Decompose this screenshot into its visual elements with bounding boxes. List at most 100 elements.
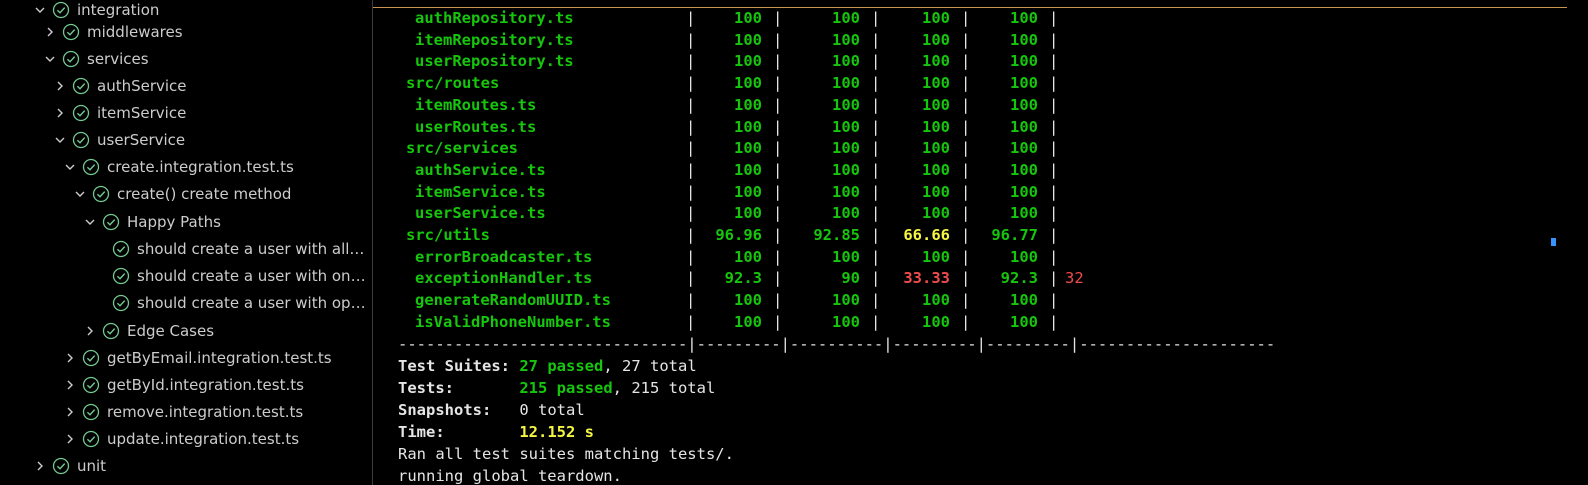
chevron-down-icon[interactable] xyxy=(42,51,58,67)
column-separator: | xyxy=(871,117,881,136)
column-separator: | xyxy=(961,269,971,288)
tree-item[interactable]: userService xyxy=(0,126,372,153)
column-separator: | xyxy=(871,182,881,201)
tree-item[interactable]: create() create method xyxy=(0,180,372,207)
terminal-panel[interactable]: authRepository.ts | | | | | 100 100 100 100 itemRe… xyxy=(372,0,1588,485)
tree-item-label: integration xyxy=(77,0,160,19)
chevron-down-icon[interactable] xyxy=(32,2,48,18)
check-circle-icon xyxy=(62,50,80,68)
tree-item[interactable]: should create a user with optio... xyxy=(0,289,372,316)
tree-item-label: create.integration.test.ts xyxy=(107,157,294,176)
coverage-row: itemRoutes.ts | | | | | 100 100 100 100 xyxy=(373,94,1563,116)
column-separator: | xyxy=(871,74,881,93)
coverage-stmts-value: 100 xyxy=(734,312,762,331)
tree-item-label: middlewares xyxy=(87,22,183,41)
check-circle-icon xyxy=(82,403,100,421)
column-separator: | xyxy=(1049,312,1059,331)
coverage-stmts-value: 100 xyxy=(734,160,762,179)
column-separator: | xyxy=(773,247,783,266)
coverage-funcs-value: 100 xyxy=(922,182,950,201)
chevron-right-icon[interactable] xyxy=(62,431,78,447)
tree-item[interactable]: getByEmail.integration.test.ts xyxy=(0,344,372,371)
chevron-right-icon[interactable] xyxy=(32,458,48,474)
tree-item[interactable]: create.integration.test.ts xyxy=(0,153,372,180)
coverage-row: itemRepository.ts | | | | | 100 100 100 100 xyxy=(373,29,1563,51)
column-separator: | xyxy=(1049,247,1059,266)
time-label: Time: xyxy=(398,423,445,441)
check-circle-icon xyxy=(82,376,100,394)
column-separator: | xyxy=(773,269,783,288)
tree-item[interactable]: should create a user with only r... xyxy=(0,262,372,289)
column-separator: | xyxy=(773,52,783,71)
suites-label: Test Suites: xyxy=(398,357,510,375)
column-separator: | xyxy=(686,74,696,93)
tree-item[interactable]: itemService xyxy=(0,99,372,126)
coverage-file-name: src/utils xyxy=(406,226,490,244)
column-separator: | xyxy=(773,117,783,136)
column-separator: | xyxy=(686,9,696,27)
tree-item[interactable]: getById.integration.test.ts xyxy=(0,371,372,398)
column-separator: | xyxy=(686,226,696,244)
column-separator: | xyxy=(871,52,881,71)
coverage-funcs-value: 100 xyxy=(922,291,950,310)
check-circle-icon xyxy=(102,213,120,231)
chevron-right-icon[interactable] xyxy=(82,323,98,339)
column-separator: | xyxy=(961,30,971,49)
coverage-row: generateRandomUUID.ts | | | | | 100 100 100 100 xyxy=(373,289,1563,311)
chevron-right-icon[interactable] xyxy=(62,404,78,420)
column-separator: | xyxy=(773,95,783,114)
column-separator: | xyxy=(773,226,783,244)
coverage-branch-value: 100 xyxy=(832,95,860,114)
summary-snapshots: Snapshots: 0 total xyxy=(398,399,585,421)
chevron-right-icon[interactable] xyxy=(62,377,78,393)
column-separator: | xyxy=(773,312,783,331)
coverage-funcs-value: 33.33 xyxy=(903,269,950,288)
column-separator: | xyxy=(1049,226,1059,244)
summary-tests: Tests: 215 passed, 215 total xyxy=(398,377,715,399)
chevron-right-icon[interactable] xyxy=(52,105,68,121)
coverage-file-name: itemRoutes.ts xyxy=(415,95,537,114)
tree-item[interactable]: remove.integration.test.ts xyxy=(0,398,372,425)
coverage-file-name: generateRandomUUID.ts xyxy=(415,291,611,310)
column-separator: | xyxy=(961,95,971,114)
tree-item-label: update.integration.test.ts xyxy=(107,429,300,448)
chevron-down-icon[interactable] xyxy=(72,186,88,202)
column-separator: | xyxy=(1049,30,1059,49)
check-circle-icon xyxy=(52,1,70,19)
tree-item[interactable]: unit xyxy=(0,452,372,479)
tree-item[interactable]: middlewares xyxy=(0,18,372,45)
coverage-lines-value: 100 xyxy=(1010,204,1038,223)
column-separator: | xyxy=(773,291,783,310)
coverage-funcs-value: 100 xyxy=(922,52,950,71)
tree-item[interactable]: Happy Paths xyxy=(0,208,372,235)
tree-item-label: getById.integration.test.ts xyxy=(107,375,304,394)
tree-item[interactable]: Edge Cases xyxy=(0,317,372,344)
column-separator: | xyxy=(686,247,696,266)
tree-item[interactable]: update.integration.test.ts xyxy=(0,425,372,452)
tree-item-label: authService xyxy=(97,76,187,95)
coverage-file-name: userRoutes.ts xyxy=(415,117,537,136)
tree-item[interactable]: services xyxy=(0,45,372,72)
tree-item[interactable]: should create a user with all fie... xyxy=(0,235,372,262)
coverage-separator: -------------------------------|--------… xyxy=(398,335,1276,353)
column-separator: | xyxy=(961,52,971,71)
chevron-down-icon[interactable] xyxy=(52,132,68,148)
chevron-down-icon[interactable] xyxy=(62,159,78,175)
coverage-file-name: src/routes xyxy=(406,74,500,93)
tree-item[interactable]: authService xyxy=(0,72,372,99)
column-separator: | xyxy=(773,74,783,93)
column-separator: | xyxy=(961,117,971,136)
coverage-funcs-value: 100 xyxy=(922,247,950,266)
scrollbar-marker[interactable] xyxy=(1551,238,1556,246)
coverage-row: src/routes | | | | | 100 100 100 100 xyxy=(373,72,1563,94)
check-circle-icon xyxy=(72,77,90,95)
chevron-right-icon[interactable] xyxy=(62,350,78,366)
column-separator: | xyxy=(871,9,881,27)
coverage-file-name: itemService.ts xyxy=(415,182,546,201)
chevron-down-icon[interactable] xyxy=(82,214,98,230)
coverage-lines-value: 100 xyxy=(1010,247,1038,266)
coverage-lines-value: 100 xyxy=(1010,182,1038,201)
chevron-right-icon[interactable] xyxy=(42,24,58,40)
coverage-file-name: userRepository.ts xyxy=(415,52,574,71)
chevron-right-icon[interactable] xyxy=(52,78,68,94)
